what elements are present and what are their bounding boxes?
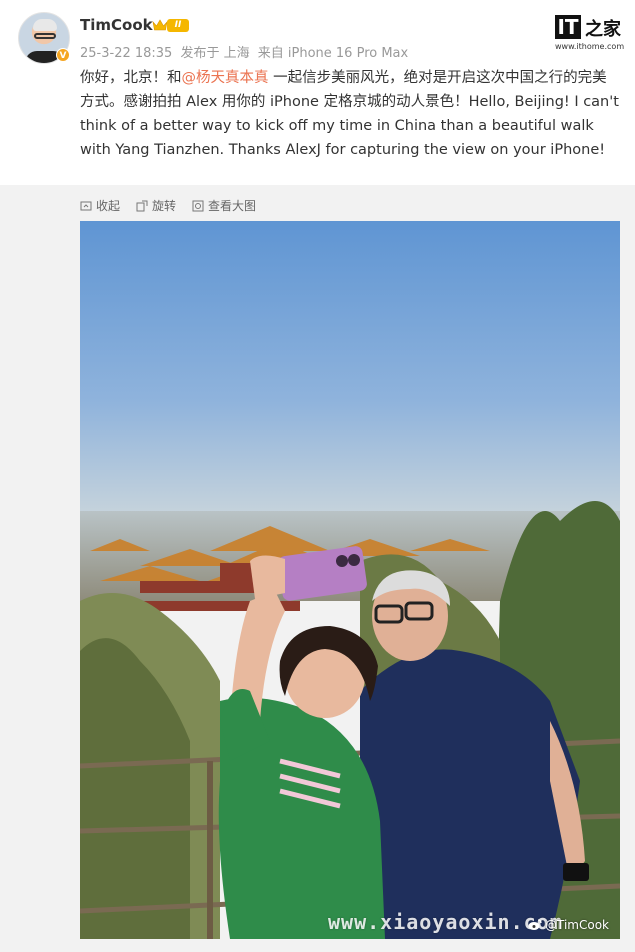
logo-char: 之家 — [585, 19, 621, 40]
post-text: 你好，北京！和@杨天真本真 一起信步美丽风光，绝对是开启这次中国之行的完美方式。… — [80, 66, 620, 162]
post-photo[interactable] — [80, 221, 620, 939]
collapse-icon — [80, 201, 92, 210]
collapse-button[interactable]: 收起 — [80, 197, 120, 214]
rotate-label: 旋转 — [152, 199, 177, 213]
media-actions: 收起 旋转 查看大图 — [80, 197, 256, 214]
weibo-icon — [528, 919, 542, 930]
post-meta: 25-3-22 18:35 发布于 上海 来自 iPhone 16 Pro Ma… — [80, 42, 412, 61]
posted-from: 发布于 上海 — [180, 46, 250, 61]
collapse-label: 收起 — [96, 199, 121, 213]
view-large-icon — [192, 200, 204, 211]
view-large-label: 查看大图 — [208, 199, 257, 213]
photo-illustration — [80, 221, 620, 939]
username[interactable]: TimCook — [80, 16, 153, 34]
weibo-handle: @TimCook — [545, 918, 609, 932]
verified-badge: V — [56, 48, 70, 62]
rotate-button[interactable]: 旋转 — [136, 197, 176, 214]
ithome-logo: IT 之家 www.ithome.com — [555, 12, 627, 54]
level-badge: II — [167, 19, 189, 32]
logo-url: www.ithome.com — [555, 42, 625, 51]
timestamp[interactable]: 25-3-22 18:35 — [80, 46, 172, 61]
post-header: V TimCook II 25-3-22 18:35 发布于 上海 来自 iPh… — [0, 0, 635, 185]
mention-link[interactable]: @杨天真本真 — [182, 70, 269, 86]
weibo-watermark: @TimCook — [528, 918, 609, 932]
view-large-button[interactable]: 查看大图 — [192, 197, 256, 214]
device-label: 来自 iPhone 16 Pro Max — [257, 46, 409, 61]
post-text-part1: 你好，北京！和 — [80, 70, 182, 86]
logo-main: IT — [555, 15, 581, 39]
crown-icon — [152, 19, 168, 31]
rotate-icon — [136, 200, 148, 211]
